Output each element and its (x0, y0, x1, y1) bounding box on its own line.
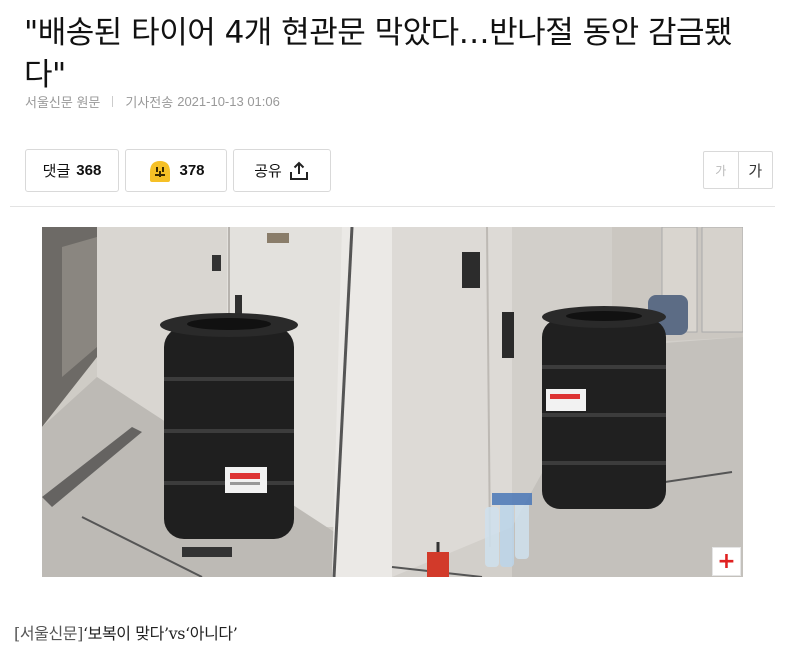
article-title: "배송된 타이어 4개 현관문 막았다…반나절 동안 감금됐다" (24, 15, 733, 93)
photo-expand-button[interactable]: + (712, 547, 741, 576)
photo-tires-at-door (42, 227, 743, 577)
font-size-control: 가 가 (703, 151, 773, 189)
published-label: 기사전송 (125, 95, 174, 110)
font-size-large-button[interactable]: 가 (739, 152, 773, 188)
caption-source: [서울신문] (14, 624, 83, 643)
article-meta: 서울신문 원문 기사전송 2021-10-13 01:06 (25, 92, 280, 111)
photo-caption: [서울신문]‘보복이 맞다’vs‘아니다’ (14, 620, 238, 644)
tire-stack-left (160, 313, 298, 539)
water-bottles (485, 493, 532, 567)
meta-divider (112, 96, 114, 107)
header-divider (10, 206, 775, 207)
tire-stack-right (542, 306, 666, 509)
published-timestamp: 2021-10-13 01:06 (177, 94, 280, 109)
share-button[interactable]: 공유 (233, 149, 331, 192)
font-size-small-button[interactable]: 가 (704, 152, 739, 188)
reaction-count: 378 (179, 162, 205, 179)
caption-text: ‘보복이 맞다’vs‘아니다’ (82, 624, 238, 643)
reaction-button[interactable]: 378 (125, 149, 227, 192)
emoji-face-icon (150, 160, 171, 182)
article-source-link[interactable]: 서울신문 원문 (25, 92, 100, 111)
share-label: 공유 (254, 163, 282, 180)
comment-count: 368 (76, 162, 102, 179)
comment-button[interactable]: 댓글 368 (25, 149, 119, 192)
comment-label: 댓글 (42, 163, 71, 180)
share-upload-icon (289, 161, 308, 180)
article-photo[interactable] (42, 227, 743, 577)
